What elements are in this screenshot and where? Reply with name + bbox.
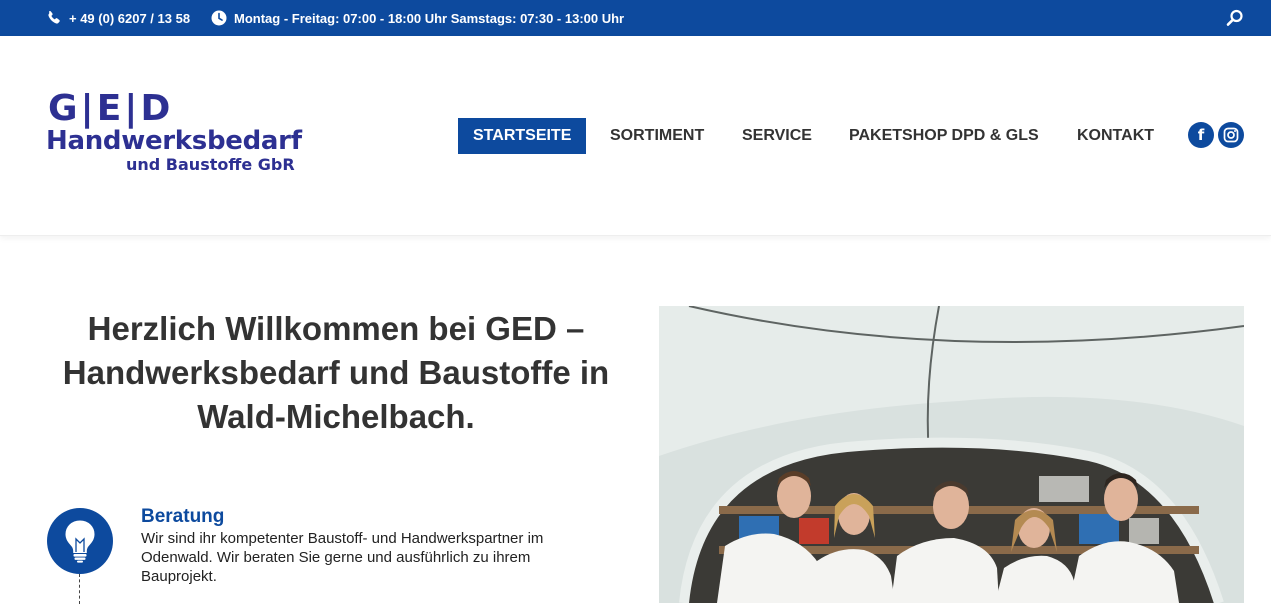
search-icon xyxy=(1226,9,1243,26)
nav-startseite[interactable]: STARTSEITE xyxy=(458,118,587,154)
facebook-icon: f xyxy=(1197,126,1205,144)
logo-handwerksbedarf: Handwerksbedarf xyxy=(46,126,302,156)
team-photo-illustration xyxy=(659,306,1244,603)
clock-icon xyxy=(211,10,227,26)
opening-hours-text: Montag - Freitag: 07:00 - 18:00 Uhr Sams… xyxy=(234,10,625,26)
phone-icon xyxy=(48,10,60,24)
feature-title-beratung: Beratung xyxy=(141,506,225,527)
instagram-icon xyxy=(1223,127,1239,143)
phone-contact[interactable]: + 49 (0) 6207 / 13 58 xyxy=(46,0,190,36)
feature-text-beratung: Wir sind ihr kompetenter Baustoff- und H… xyxy=(141,530,544,585)
nav-paketshop[interactable]: PAKETSHOP DPD & GLS xyxy=(849,118,1039,154)
facebook-link[interactable]: f xyxy=(1188,122,1214,148)
nav-service[interactable]: SERVICE xyxy=(742,118,812,154)
beratung-icon-circle xyxy=(47,508,113,574)
phone-number: + 49 (0) 6207 / 13 58 xyxy=(69,10,191,26)
team-photo xyxy=(659,306,1244,603)
nav-kontakt[interactable]: KONTAKT xyxy=(1077,118,1154,154)
top-bar: + 49 (0) 6207 / 13 58 Montag - Freitag: … xyxy=(0,0,1271,36)
site-logo[interactable]: G|E|D Handwerksbedarf und Baustoffe GbR xyxy=(44,88,344,183)
feature-connector-line xyxy=(79,574,80,604)
welcome-headline: Herzlich Willkommen bei GED – Handwerksb… xyxy=(62,310,610,435)
search-button[interactable] xyxy=(1226,0,1246,36)
opening-hours: Montag - Freitag: 07:00 - 18:00 Uhr Sams… xyxy=(211,0,624,36)
lightbulb-icon xyxy=(65,520,95,563)
logo-subtitle: und Baustoffe GbR xyxy=(126,155,295,174)
instagram-link[interactable] xyxy=(1218,122,1244,148)
site-header: G|E|D Handwerksbedarf und Baustoffe GbR … xyxy=(0,36,1271,236)
logo-ged: G|E|D xyxy=(48,88,174,129)
nav-sortiment[interactable]: SORTIMENT xyxy=(610,118,704,154)
